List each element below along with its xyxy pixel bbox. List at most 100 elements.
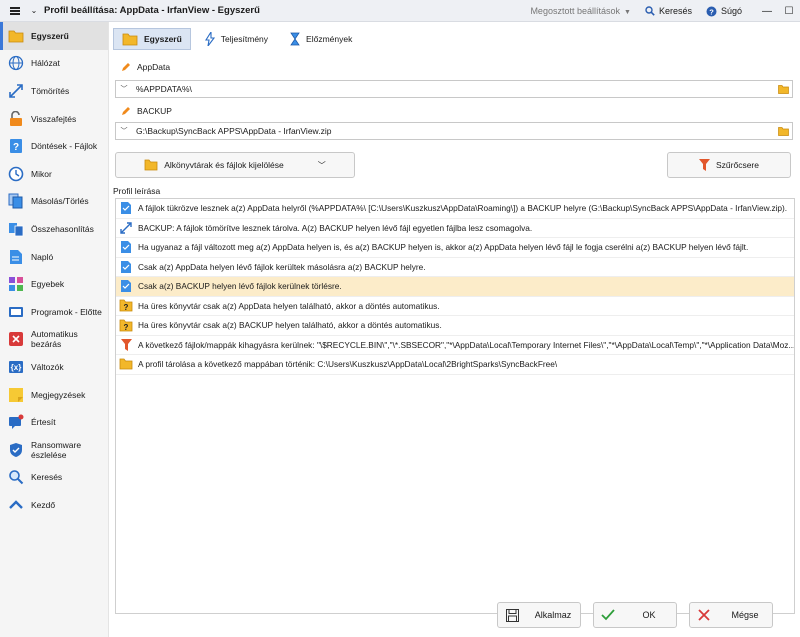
folder-icon — [122, 33, 138, 46]
sidebar-item-copy-delete[interactable]: Másolás/Törlés — [0, 188, 108, 216]
list-item-text: Ha üres könyvtár csak a(z) BACKUP helyen… — [138, 320, 442, 331]
list-item-text: A következő fájlok/mappák kihagyásra ker… — [138, 339, 794, 350]
hourglass-icon — [290, 32, 300, 46]
notes-icon — [8, 387, 24, 403]
sidebar-item-compression[interactable]: Tömörítés — [0, 77, 108, 105]
close-icon — [690, 609, 718, 621]
notify-icon — [8, 414, 24, 430]
sidebar-item-when[interactable]: Mikor — [0, 160, 108, 188]
list-item: ? Ha üres könyvtár csak a(z) BACKUP hely… — [116, 316, 794, 336]
chevron-down-icon[interactable]: ﹀ — [116, 126, 132, 136]
list-item: A következő fájlok/mappák kihagyásra ker… — [116, 336, 794, 355]
sidebar-item-label: Másolás/Törlés — [31, 196, 89, 207]
svg-text:?: ? — [124, 303, 129, 312]
sidebar-item-network[interactable]: Hálózat — [0, 50, 108, 78]
search-button[interactable]: Keresés — [645, 6, 692, 16]
sidebar-item-label: Egyebek — [31, 279, 65, 290]
chevron-down-icon[interactable]: ﹀ — [116, 84, 132, 94]
main-panel: Egyszerű Teljesítmény Előzmények AppData… — [108, 22, 800, 637]
log-icon — [8, 249, 24, 265]
tab-performance[interactable]: Teljesítmény — [197, 28, 276, 50]
source-path-field[interactable]: ﹀ %APPDATA%\ — [115, 80, 793, 98]
destination-path-value[interactable]: G:\Backup\SyncBack APPS\AppData - IrfanV… — [132, 126, 774, 136]
sidebar-item-compare[interactable]: Összehasonlítás — [0, 215, 108, 243]
clock-icon — [8, 166, 24, 182]
sidebar-item-label: Programok - Előtte — [31, 306, 102, 317]
tab-history[interactable]: Előzmények — [282, 28, 360, 50]
sidebar-item-programs-before[interactable]: Programok - Előtte — [0, 298, 108, 326]
hamburger-menu-icon[interactable] — [4, 0, 26, 22]
tab-simple[interactable]: Egyszerű — [113, 28, 191, 50]
doc-icon — [119, 201, 133, 215]
pencil-icon — [121, 106, 131, 116]
sidebar-item-beginner[interactable]: Kezdő — [0, 491, 108, 519]
sidebar-item-variables[interactable]: {x} Változók — [0, 353, 108, 381]
cancel-button[interactable]: Mégse — [689, 602, 773, 628]
sidebar-item-misc[interactable]: Egyebek — [0, 270, 108, 298]
svg-text:{x}: {x} — [11, 363, 22, 372]
search-label: Keresés — [658, 6, 692, 16]
svg-text:?: ? — [124, 323, 129, 332]
sidebar-item-label: Visszafejtés — [31, 113, 77, 124]
maximize-button[interactable]: ☐ — [778, 0, 800, 22]
chevron-down-icon[interactable]: ⌄ — [28, 6, 40, 15]
sidebar-item-label: Napló — [31, 251, 54, 262]
sidebar-item-label: Egyszerű — [31, 30, 69, 41]
browse-folder-icon[interactable] — [774, 126, 792, 136]
help-button[interactable]: ? Súgó — [706, 6, 742, 17]
list-item: ? Ha üres könyvtár csak a(z) AppData hel… — [116, 297, 794, 316]
sidebar-item-label: Automatikus bezárás — [31, 329, 78, 350]
list-item: A profil tárolása a következő mappában t… — [116, 355, 794, 375]
sidebar-item-notify[interactable]: Értesít — [0, 408, 108, 436]
sidebar-item-ransomware[interactable]: Ransomware észlelése — [0, 436, 108, 464]
sidebar-item-search[interactable]: Keresés — [0, 464, 108, 492]
destination-label: BACKUP — [121, 104, 172, 118]
list-item: Csak a(z) BACKUP helyen lévő fájlok kerü… — [116, 277, 794, 297]
profile-description-label: Profil leírása — [113, 186, 161, 196]
sidebar-item-simple[interactable]: Egyszerű — [0, 22, 108, 50]
list-item-text: Ha üres könyvtár csak a(z) AppData helye… — [138, 300, 440, 311]
apply-button[interactable]: Alkalmaz — [497, 602, 581, 628]
sidebar-item-notes[interactable]: Megjegyzések — [0, 381, 108, 409]
folder-question-icon: ? — [119, 318, 133, 332]
filter-button[interactable]: Szűrőcsere — [667, 152, 791, 178]
compress-icon — [119, 221, 133, 235]
source-path-value[interactable]: %APPDATA%\ — [132, 84, 774, 94]
sidebar-item-label: Megjegyzések — [31, 389, 86, 400]
list-item-text: Ha ugyanaz a fájl változott meg a(z) App… — [138, 242, 749, 253]
doc-icon — [119, 279, 133, 293]
filter-label: Szűrőcsere — [716, 160, 759, 170]
select-subdirs-button[interactable]: Alkönyvtárak és fájlok kijelölése ﹀ — [115, 152, 355, 178]
compress-icon — [8, 83, 24, 99]
list-item: A fájlok tükrözve lesznek a(z) AppData h… — [116, 199, 794, 219]
sidebar-item-label: Összehasonlítás — [31, 223, 94, 234]
ok-button[interactable]: OK — [593, 602, 677, 628]
minimize-button[interactable]: — — [756, 0, 778, 22]
destination-path-field[interactable]: ﹀ G:\Backup\SyncBack APPS\AppData - Irfa… — [115, 122, 793, 140]
shared-settings-menu[interactable]: Megosztott beállítások ▼ — [530, 6, 631, 16]
save-icon — [498, 608, 526, 622]
sidebar-item-decryption[interactable]: Visszafejtés — [0, 105, 108, 133]
list-item-text: A fájlok tükrözve lesznek a(z) AppData h… — [138, 203, 788, 214]
list-item-text: Csak a(z) BACKUP helyen lévő fájlok kerü… — [138, 281, 342, 292]
unlock-icon — [8, 110, 24, 127]
browse-folder-icon[interactable] — [774, 84, 792, 94]
sidebar-item-decisions-files[interactable]: ? Döntések - Fájlok — [0, 132, 108, 160]
sidebar-item-log[interactable]: Napló — [0, 243, 108, 271]
list-item-text: BACKUP: A fájlok tömörítve lesznek tárol… — [138, 222, 533, 233]
search-icon — [8, 469, 24, 485]
help-icon: ? — [706, 6, 717, 17]
sidebar-item-label: Változók — [31, 361, 64, 372]
folder-question-icon: ? — [119, 299, 133, 313]
compare-icon — [8, 221, 24, 237]
network-icon — [8, 55, 24, 71]
list-item-text: Csak a(z) AppData helyen lévő fájlok ker… — [138, 261, 426, 272]
sidebar-item-auto-close[interactable]: Automatikus bezárás — [0, 326, 108, 354]
doc-icon — [119, 260, 133, 274]
folder-icon — [119, 357, 133, 371]
sidebar-item-label: Döntések - Fájlok — [31, 141, 98, 152]
programs-icon — [8, 304, 24, 320]
tab-label: Egyszerű — [144, 34, 182, 44]
chevron-down-icon: ▼ — [624, 9, 631, 16]
chevron-down-icon: ﹀ — [317, 160, 326, 170]
